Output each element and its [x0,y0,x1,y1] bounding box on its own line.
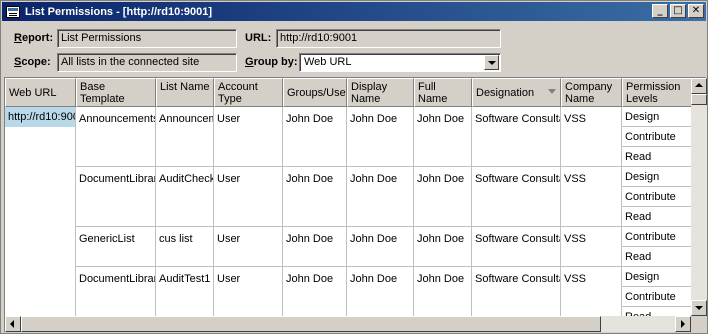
list-permissions-window: List Permissions - [http://rd10:9001] _ … [0,0,708,334]
column-header-display-name[interactable]: Display Name [347,78,414,107]
groups-users-cell[interactable]: John Doe [283,107,347,167]
maximize-button[interactable]: □ [670,4,686,18]
account-type-cell[interactable]: User [214,227,283,267]
full-name-cell[interactable]: John Doe [414,107,472,167]
permission-level-cell[interactable]: Contribute [622,287,692,307]
column-header-groups-users[interactable]: Groups/Users [283,78,347,107]
designation-cell[interactable]: Software Consultant [472,107,561,167]
base-template-cell[interactable]: Announcements [76,107,156,167]
permission-level-cell[interactable]: Design [622,267,692,287]
display-name-cell[interactable]: John Doe [347,227,414,267]
title-bar[interactable]: List Permissions - [http://rd10:9001] _ … [2,2,706,21]
scope-label: Scope: [14,56,51,68]
form-icon [6,5,20,18]
full-name-cell[interactable]: John Doe [414,167,472,227]
vertical-scrollbar[interactable] [691,78,707,316]
permission-level-cell[interactable]: Read [622,247,692,267]
company-name-cell[interactable]: VSS [561,107,622,167]
scroll-right-button[interactable] [675,316,691,332]
account-type-cell[interactable]: User [214,167,283,227]
display-name-cell[interactable]: John Doe [347,167,414,227]
window-title: List Permissions - [http://rd10:9001] [25,5,213,18]
list-name-cell[interactable]: Announcements [156,107,214,167]
permission-level-cell[interactable]: Read [622,147,692,167]
column-header-designation[interactable]: Designation [472,78,561,107]
scroll-up-button[interactable] [691,78,707,94]
permission-level-cell[interactable]: Read [622,207,692,227]
group-by-label: Group by: [245,56,298,68]
column-header-full-name[interactable]: Full Name [414,78,472,107]
list-name-cell[interactable]: cus list [156,227,214,267]
groups-users-cell[interactable]: John Doe [283,167,347,227]
designation-header-label: Designation [476,86,535,99]
groups-users-cell[interactable]: John Doe [283,227,347,267]
account-type-cell[interactable]: User [214,107,283,167]
company-name-cell[interactable]: VSS [561,167,622,227]
sort-filter-icon[interactable] [548,89,556,94]
url-label: URL: [245,32,272,44]
full-name-cell[interactable]: John Doe [414,227,472,267]
minimize-button[interactable]: _ [652,4,668,18]
column-header-company-name[interactable]: Company Name [561,78,622,107]
web-url-value[interactable]: http://rd10:9001 [5,107,75,127]
column-header-list-name[interactable]: List Name [156,78,214,107]
permissions-grid[interactable]: Web URL Base Template List Name Account … [4,77,706,332]
horizontal-scrollbar[interactable] [5,316,691,332]
window-controls: _ □ ✕ [650,4,704,18]
base-template-cell[interactable]: GenericList [76,227,156,267]
designation-cell[interactable]: Software Consultant [472,167,561,227]
display-name-cell[interactable]: John Doe [347,107,414,167]
permission-level-cell[interactable]: Design [622,107,692,127]
horizontal-scroll-thumb[interactable] [21,316,601,332]
column-header-permission-levels[interactable]: Permission Levels [622,78,692,107]
dropdown-arrow-icon[interactable] [484,55,499,70]
column-header-base-template[interactable]: Base Template [76,78,156,107]
column-header-account-type[interactable]: Account Type [214,78,283,107]
vertical-scroll-thumb[interactable] [691,94,707,105]
scrollbar-corner [691,316,707,332]
close-button[interactable]: ✕ [688,4,704,18]
scroll-left-button[interactable] [5,316,21,332]
column-header-web-url[interactable]: Web URL [5,78,76,107]
group-by-value: Web URL [304,56,352,68]
web-url-cell[interactable]: http://rd10:9001 [5,107,76,327]
company-name-cell[interactable]: VSS [561,227,622,267]
designation-cell[interactable]: Software Consultant [472,227,561,267]
list-name-cell[interactable]: AuditCheck2 [156,167,214,227]
base-template-cell[interactable]: DocumentLibrary [76,167,156,227]
scroll-down-button[interactable] [691,300,707,316]
report-label: Report: [14,32,54,44]
scope-field: All lists in the connected site [57,53,237,72]
url-field: http://rd10:9001 [276,29,501,48]
permission-level-cell[interactable]: Design [622,167,692,187]
permission-level-cell[interactable]: Contribute [622,227,692,247]
permission-level-cell[interactable]: Contribute [622,127,692,147]
group-by-dropdown[interactable]: Web URL [299,53,501,72]
permission-level-cell[interactable]: Contribute [622,187,692,207]
report-field: List Permissions [57,29,237,48]
